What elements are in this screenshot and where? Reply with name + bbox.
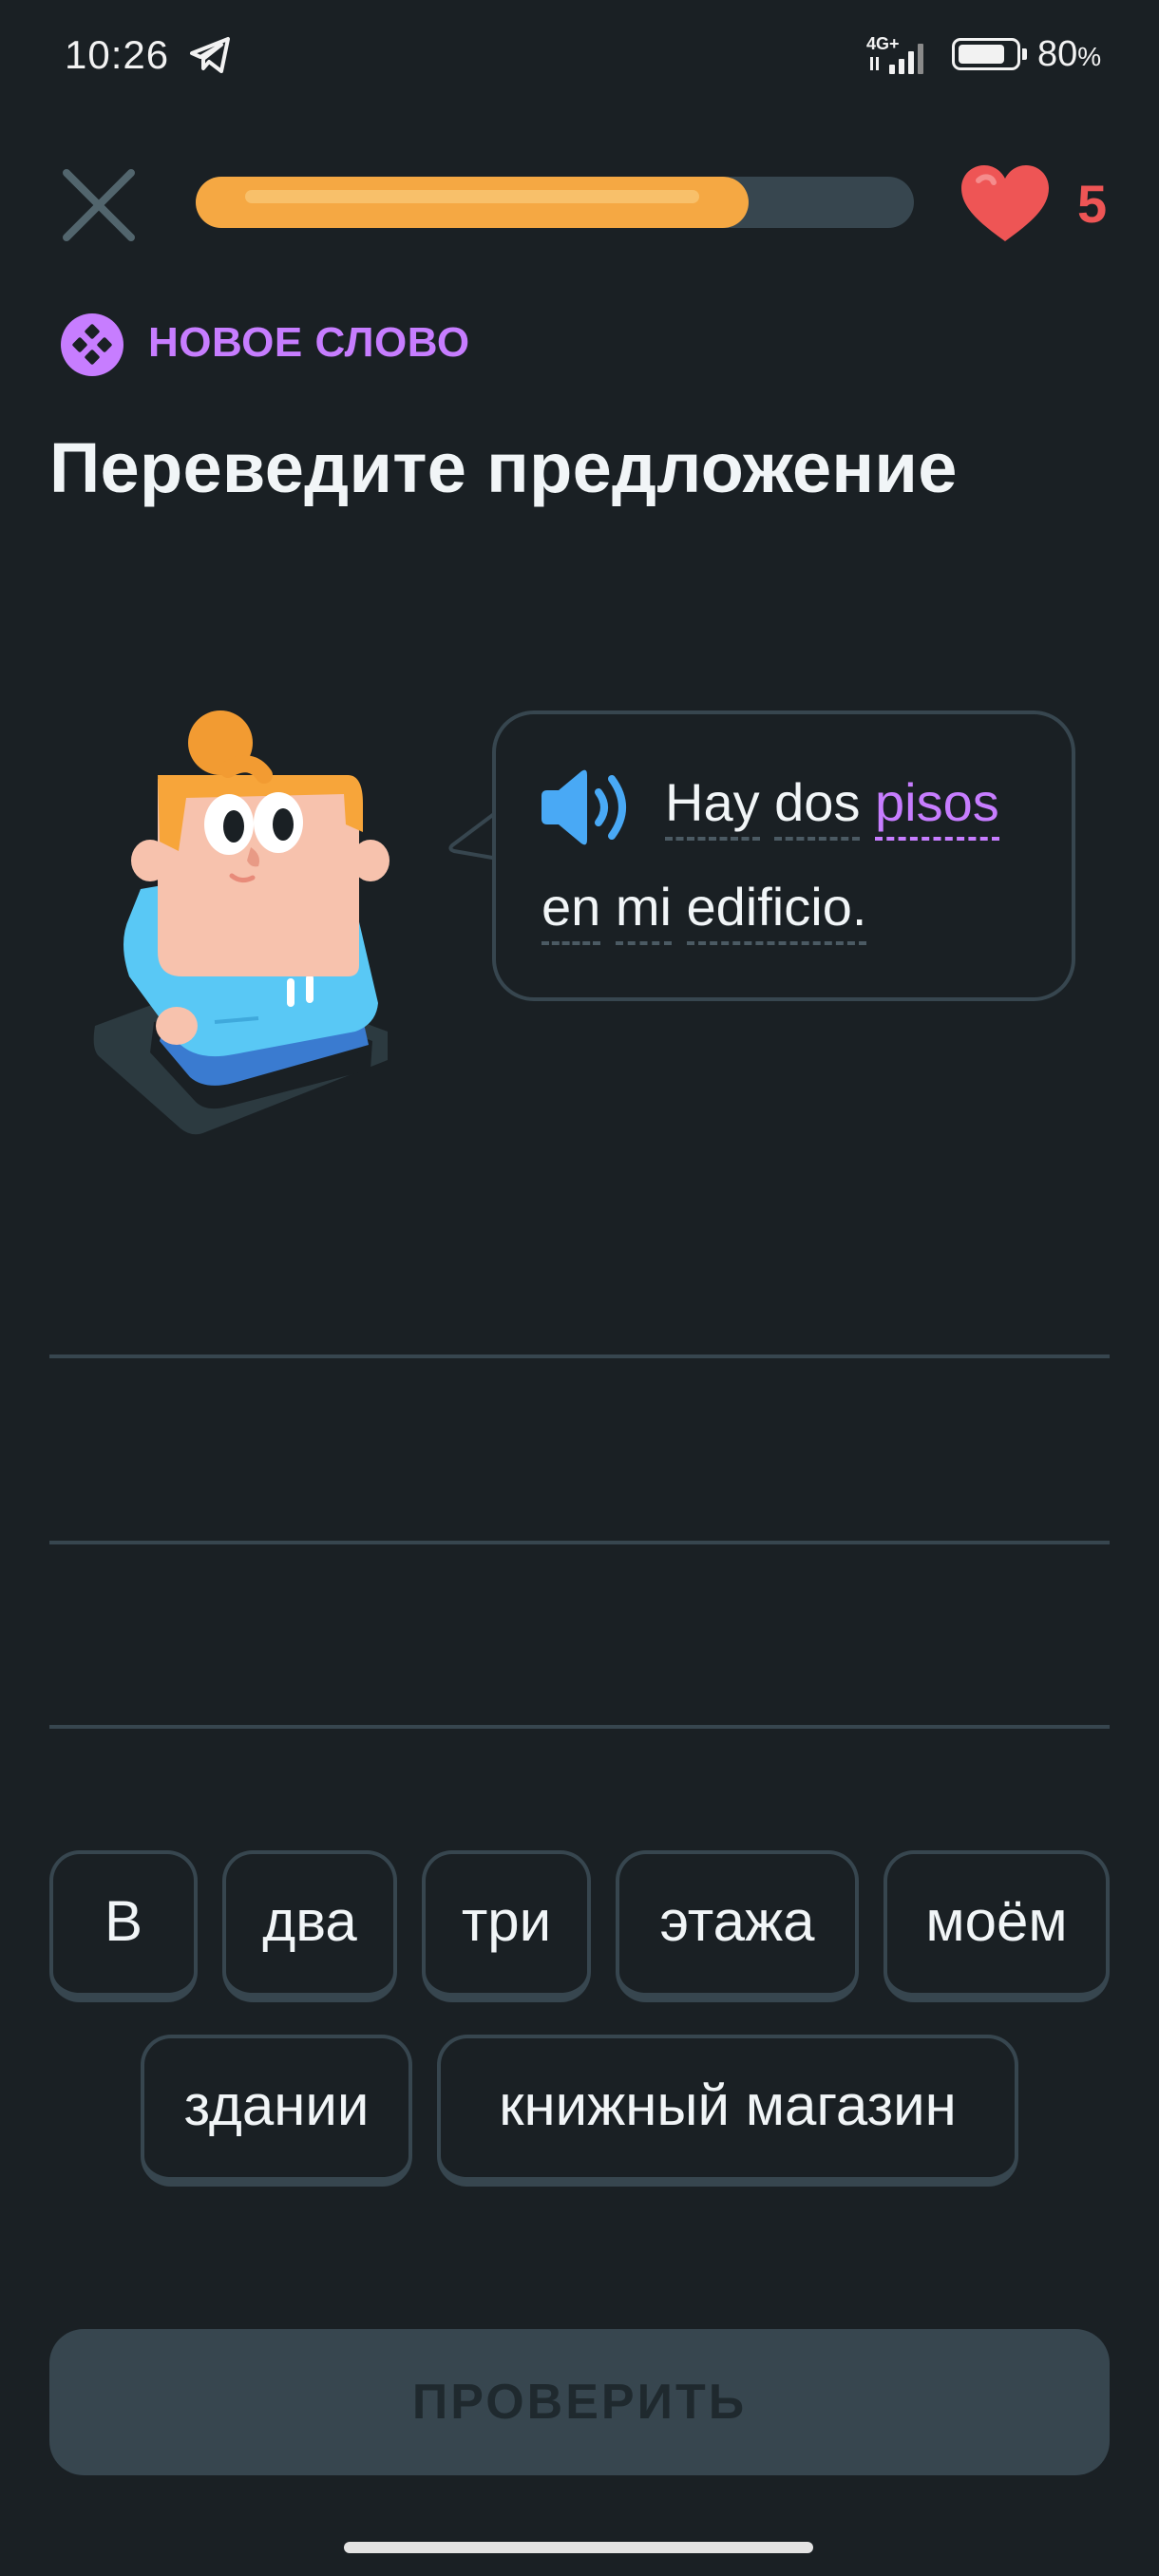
battery-icon (952, 38, 1032, 72)
sentence-word[interactable]: en (542, 876, 601, 945)
speaker-icon[interactable] (538, 767, 638, 847)
word-chip[interactable]: здании (141, 2035, 412, 2187)
sentence-word[interactable]: edificio. (686, 876, 867, 945)
signal-icon: 4G+ (863, 34, 939, 76)
sentence-line-2: en mi edificio. (542, 876, 867, 945)
telegram-icon (190, 37, 230, 73)
word-chip[interactable]: три (422, 1850, 591, 2002)
lesson-progress-bar (196, 177, 914, 228)
character-illustration (93, 710, 390, 1135)
answer-line[interactable] (49, 1354, 1110, 1358)
battery-level: 80% (1037, 34, 1102, 74)
sentence-word[interactable]: dos (774, 771, 861, 841)
new-word-label: НОВОЕ СЛОВО (148, 319, 470, 366)
sentence-word-new[interactable]: pisos (875, 771, 999, 841)
new-word-icon (61, 313, 124, 376)
home-indicator[interactable] (344, 2542, 813, 2553)
sentence-line-1: Hay dos pisos (665, 771, 999, 841)
word-chip[interactable]: два (222, 1850, 397, 2002)
sentence-word[interactable]: Hay (665, 771, 760, 841)
progress-shine (245, 190, 699, 203)
word-chip[interactable]: книжный магазин (437, 2035, 1018, 2187)
sentence-word[interactable]: mi (615, 876, 672, 945)
close-icon[interactable] (61, 167, 137, 243)
network-type: 4G+ (866, 34, 900, 53)
answer-line[interactable] (49, 1541, 1110, 1544)
check-button[interactable]: ПРОВЕРИТЬ (49, 2329, 1110, 2475)
hearts-count: 5 (1077, 174, 1108, 234)
speech-bubble (492, 710, 1075, 1001)
word-chip[interactable]: этажа (616, 1850, 859, 2002)
answer-line[interactable] (49, 1725, 1110, 1729)
word-chip[interactable]: моём (884, 1850, 1110, 2002)
page-title: Переведите предложение (49, 428, 958, 507)
word-chip[interactable]: В (49, 1850, 198, 2002)
heart-icon[interactable] (960, 163, 1051, 245)
status-time: 10:26 (65, 32, 170, 77)
